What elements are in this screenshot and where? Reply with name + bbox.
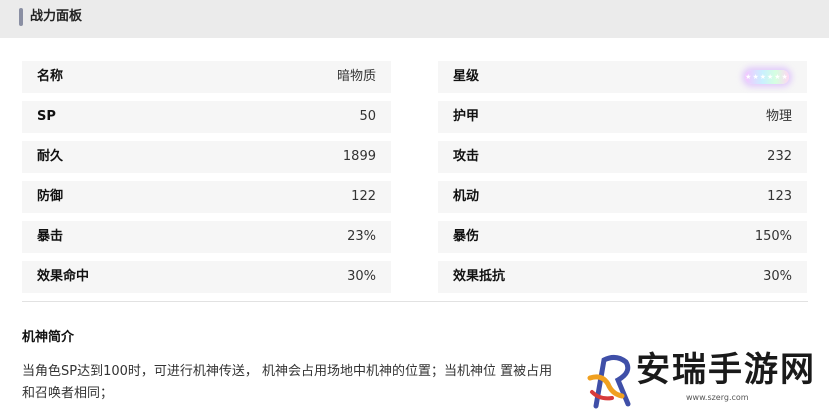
stat-label: 暴伤 [453,229,480,244]
stat-star-rank: 星级 ★★★★★★ [438,61,807,93]
star-rating-icon: ★★★★★★ [745,70,789,84]
stat-value: 1899 [342,149,376,164]
stat-label: 效果命中 [37,269,90,284]
site-watermark: 安瑞手游网 www.szerg.com [574,344,829,414]
stat-crit: 暴击 23% [22,221,391,253]
panel-title: 战力面板 [30,9,83,24]
stat-label: SP [37,109,56,124]
site-logo-icon [587,354,631,409]
stat-label: 名称 [37,69,64,84]
stat-label: 攻击 [453,149,480,164]
stat-crit-damage: 暴伤 150% [438,221,807,253]
intro-line: 当角色SP达到100时，可进行机神传送， 机神会占用场地中机神的位置；当机神位 … [22,364,553,379]
stat-value: 30% [347,269,376,284]
intro-description: 当角色SP达到100时，可进行机神传送， 机神会占用场地中机神的位置；当机神位 … [22,361,592,405]
stat-value: 暗物质 [336,69,376,84]
stat-label: 防御 [37,189,64,204]
stat-attack: 攻击 232 [438,141,807,173]
stat-value: 30% [763,269,792,284]
stat-label: 耐久 [37,149,64,164]
stat-effect-hit: 效果命中 30% [22,261,391,293]
stat-defense: 防御 122 [22,181,391,213]
stat-value: 123 [767,189,792,204]
intro-title: 机神简介 [22,330,75,345]
stat-value: 150% [754,229,792,244]
stat-durability: 耐久 1899 [22,141,391,173]
stat-label: 效果抵抗 [453,269,506,284]
stat-armor: 护甲 物理 [438,101,807,133]
stat-label: 护甲 [453,109,480,124]
panel-header: 战力面板 [0,0,829,38]
watermark-title: 安瑞手游网 [636,350,816,390]
section-divider [22,301,808,302]
stat-label: 暴击 [37,229,64,244]
stat-value: 物理 [765,109,792,124]
stat-value: 50 [359,109,376,124]
stat-value: 122 [351,189,376,204]
stat-name: 名称 暗物质 [22,61,391,93]
header-accent-bar [19,8,23,26]
stat-effect-resist: 效果抵抗 30% [438,261,807,293]
stat-value: 23% [347,229,376,244]
stat-label: 机动 [453,189,480,204]
watermark-url: www.szerg.com [686,393,749,402]
intro-line: 和召唤者相同； [22,386,114,401]
stat-sp: SP 50 [22,101,391,133]
stat-label: 星级 [453,69,480,84]
stat-value: 232 [767,149,792,164]
stat-mobility: 机动 123 [438,181,807,213]
